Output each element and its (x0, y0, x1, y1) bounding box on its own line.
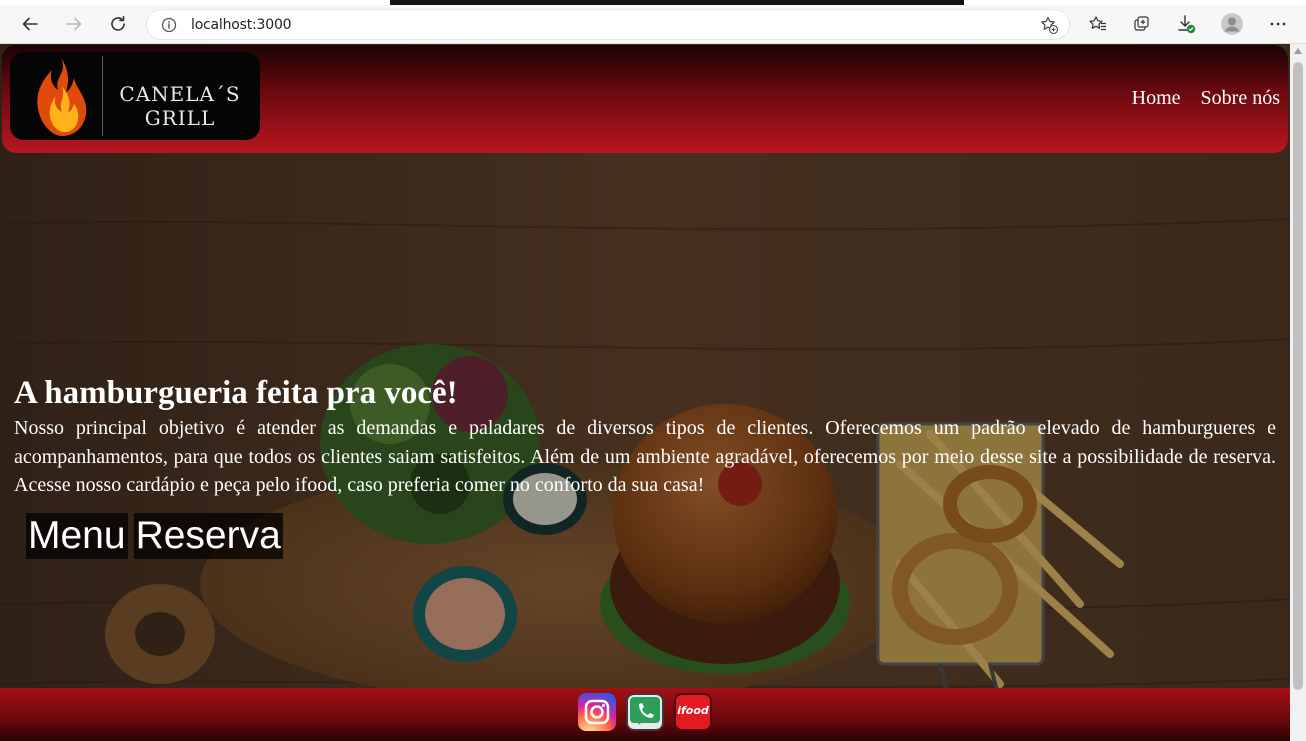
back-icon[interactable] (14, 8, 46, 40)
instagram-icon[interactable] (578, 693, 616, 731)
hero-title: A hamburgueria feita pra você! (14, 375, 458, 411)
more-icon[interactable] (1262, 8, 1294, 40)
page-scrollbar[interactable] (1290, 44, 1306, 741)
logo-text: CANELA´S GRILL (110, 82, 250, 130)
menu-button[interactable]: Menu (26, 513, 128, 559)
hero-content: A hamburgueria feita pra você! Nosso pri… (14, 374, 1276, 500)
social-links: ifood (578, 693, 712, 731)
address-bar[interactable]: localhost:3000 (146, 9, 1070, 40)
logo-line-2: GRILL (144, 106, 216, 130)
hero-buttons: Menu Reserva (26, 513, 283, 559)
forward-icon[interactable] (58, 8, 90, 40)
info-icon[interactable] (161, 17, 177, 38)
reserva-button[interactable]: Reserva (133, 513, 283, 559)
downloads-icon[interactable] (1170, 8, 1202, 40)
ifood-label: ifood (677, 704, 709, 717)
url-text[interactable]: localhost:3000 (191, 17, 292, 33)
site-header: CANELA´S GRILL Home Sobre nós (2, 45, 1288, 153)
whatsapp-phone-icon[interactable] (626, 693, 664, 731)
profile-icon[interactable] (1216, 8, 1248, 40)
site-footer: ifood (0, 688, 1290, 741)
browser-toolbar: localhost:3000 (0, 5, 1306, 44)
logo-divider (102, 56, 103, 136)
favorite-add-icon[interactable] (1039, 15, 1059, 40)
page-viewport: CANELA´S GRILL Home Sobre nós A hamburgu… (0, 44, 1290, 741)
ifood-icon[interactable]: ifood (674, 693, 712, 731)
collections-icon[interactable] (1126, 8, 1158, 40)
main-nav: Home Sobre nós (1132, 87, 1280, 110)
flame-icon (37, 58, 87, 136)
nav-sobre-nos[interactable]: Sobre nós (1201, 87, 1280, 110)
reload-icon[interactable] (102, 8, 134, 40)
favorites-icon[interactable] (1082, 8, 1114, 40)
hero-description: Nosso principal objetivo é atender as de… (14, 417, 1276, 496)
scroll-up-arrow-icon[interactable] (1294, 48, 1302, 54)
nav-home[interactable]: Home (1132, 87, 1181, 110)
site-logo[interactable]: CANELA´S GRILL (10, 52, 260, 140)
scrollbar-thumb[interactable] (1293, 62, 1303, 690)
logo-line-1: CANELA´S (119, 82, 241, 106)
